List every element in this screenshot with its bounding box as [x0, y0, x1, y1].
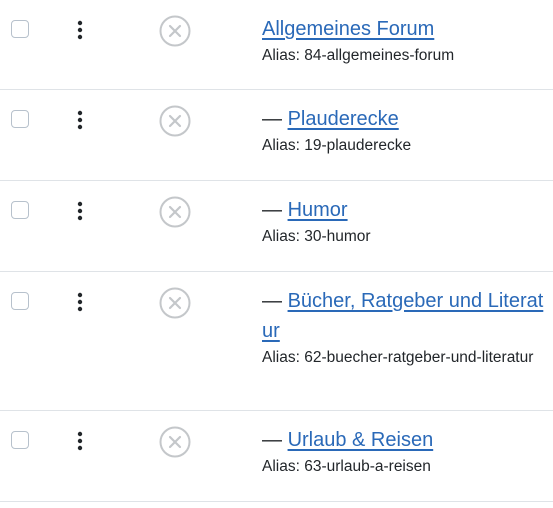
- row-content: — Plauderecke Alias: 19-plauderecke: [262, 104, 547, 158]
- category-title-link[interactable]: Bücher, Ratgeber und Literatur: [262, 290, 543, 342]
- row-checkbox[interactable]: [11, 201, 29, 219]
- title-line: — Urlaub & Reisen: [262, 425, 547, 455]
- alias-text: Alias: 19-plauderecke: [262, 134, 547, 158]
- row-checkbox[interactable]: [11, 292, 29, 310]
- table-row: — Urlaub & Reisen Alias: 63-urlaub-a-rei…: [0, 411, 553, 502]
- times-circle-icon[interactable]: [159, 287, 191, 319]
- row-checkbox[interactable]: [11, 20, 29, 38]
- level-dash: —: [262, 108, 288, 130]
- times-circle-icon[interactable]: [159, 105, 191, 137]
- title-line: — Humor: [262, 195, 547, 225]
- table-row: — Bücher, Ratgeber und Literatur Alias: …: [0, 272, 553, 411]
- alias-value: 62-buecher-ratgeber-und-literatur: [304, 349, 534, 366]
- row-content: — Bücher, Ratgeber und Literatur Alias: …: [262, 286, 547, 370]
- vertical-dots-icon[interactable]: [75, 292, 85, 312]
- alias-text: Alias: 63-urlaub-a-reisen: [262, 455, 547, 479]
- category-list: Allgemeines Forum Alias: 84-allgemeines-…: [0, 0, 553, 502]
- title-line: — Plauderecke: [262, 104, 547, 134]
- category-title-link[interactable]: Allgemeines Forum: [262, 18, 434, 40]
- level-dash: —: [262, 290, 288, 312]
- level-dash: —: [262, 429, 288, 451]
- row-checkbox[interactable]: [11, 431, 29, 449]
- vertical-dots-icon[interactable]: [75, 110, 85, 130]
- vertical-dots-icon[interactable]: [75, 20, 85, 40]
- table-row: — Plauderecke Alias: 19-plauderecke: [0, 90, 553, 181]
- category-title-link[interactable]: Plauderecke: [288, 108, 399, 130]
- title-line: Allgemeines Forum: [262, 14, 547, 44]
- alias-prefix: Alias:: [262, 228, 305, 245]
- table-row: — Humor Alias: 30-humor: [0, 181, 553, 272]
- row-checkbox[interactable]: [11, 110, 29, 128]
- times-circle-icon[interactable]: [159, 15, 191, 47]
- row-content: — Urlaub & Reisen Alias: 63-urlaub-a-rei…: [262, 425, 547, 479]
- row-content: — Humor Alias: 30-humor: [262, 195, 547, 249]
- table-row: Allgemeines Forum Alias: 84-allgemeines-…: [0, 0, 553, 90]
- alias-text: Alias: 30-humor: [262, 225, 547, 249]
- level-dash: —: [262, 199, 288, 221]
- alias-prefix: Alias:: [262, 47, 305, 64]
- row-content: Allgemeines Forum Alias: 84-allgemeines-…: [262, 14, 547, 68]
- title-line: — Bücher, Ratgeber und Literatur: [262, 286, 547, 346]
- alias-value: 84-allgemeines-forum: [304, 47, 455, 64]
- alias-text: Alias: 62-buecher-ratgeber-und-literatur: [262, 346, 547, 370]
- times-circle-icon[interactable]: [159, 196, 191, 228]
- category-title-link[interactable]: Urlaub & Reisen: [288, 429, 434, 451]
- alias-value: 19-plauderecke: [304, 137, 412, 154]
- times-circle-icon[interactable]: [159, 426, 191, 458]
- alias-value: 63-urlaub-a-reisen: [304, 458, 431, 475]
- alias-prefix: Alias:: [262, 458, 305, 475]
- category-title-link[interactable]: Humor: [288, 199, 348, 221]
- vertical-dots-icon[interactable]: [75, 431, 85, 451]
- alias-prefix: Alias:: [262, 137, 305, 154]
- alias-text: Alias: 84-allgemeines-forum: [262, 44, 547, 68]
- alias-value: 30-humor: [304, 228, 371, 245]
- vertical-dots-icon[interactable]: [75, 201, 85, 221]
- alias-prefix: Alias:: [262, 349, 305, 366]
